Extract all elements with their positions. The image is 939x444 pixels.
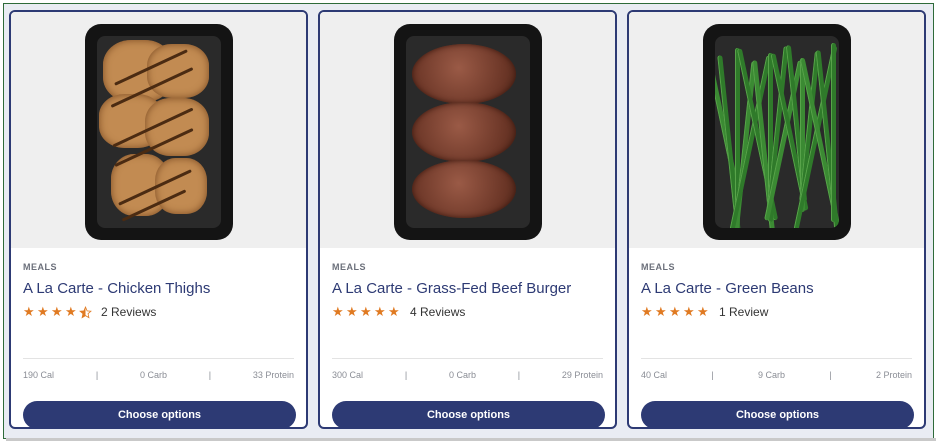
calories: 190 Cal <box>23 370 55 380</box>
product-image-area[interactable] <box>320 12 615 248</box>
nutrition-facts: 40 Cal | 9 Carb | 2 Protein <box>641 368 912 382</box>
star-full-icon: ★ <box>655 304 667 320</box>
separator: | <box>517 370 521 380</box>
calories: 300 Cal <box>332 370 364 380</box>
product-card-body: MEALS A La Carte - Chicken Thighs ★ ★ ★ ★ 2… <box>11 248 306 427</box>
star-rating: ★ ★ ★ ★ <box>23 306 93 319</box>
burger-patty <box>411 44 516 104</box>
star-full-icon: ★ <box>23 304 35 320</box>
chicken-thighs-image[interactable] <box>84 24 233 240</box>
star-full-icon: ★ <box>697 304 709 320</box>
carbs: 0 Carb <box>448 370 476 380</box>
product-card: MEALS A La Carte - Grass-Fed Beef Burger… <box>318 10 617 429</box>
product-category: MEALS <box>332 262 366 272</box>
divider <box>23 358 294 359</box>
star-full-icon: ★ <box>51 304 63 320</box>
tray-inner <box>714 36 839 228</box>
product-image-area[interactable] <box>629 12 924 248</box>
frame-shadow <box>6 438 936 441</box>
reviews-link[interactable]: 1 Review <box>719 305 768 319</box>
product-title[interactable]: A La Carte - Chicken Thighs <box>23 280 210 297</box>
choose-options-button[interactable]: Choose options <box>332 401 605 427</box>
star-half-icon <box>79 305 92 319</box>
carbs: 0 Carb <box>139 370 167 380</box>
product-rating: ★ ★ ★ ★ ★ 1 Review <box>641 304 768 320</box>
star-full-icon: ★ <box>360 304 372 320</box>
protein: 33 Protein <box>252 370 294 380</box>
product-card: MEALS A La Carte - Chicken Thighs ★ ★ ★ ★ 2… <box>9 10 308 429</box>
product-title[interactable]: A La Carte - Grass-Fed Beef Burger <box>332 280 571 297</box>
star-full-icon: ★ <box>669 304 681 320</box>
star-full-icon: ★ <box>65 304 77 320</box>
tray-inner <box>405 36 530 228</box>
carbs: 9 Carb <box>757 370 785 380</box>
separator: | <box>208 370 212 380</box>
separator: | <box>95 370 99 380</box>
star-full-icon: ★ <box>374 304 386 320</box>
product-card-body: MEALS A La Carte - Green Beans ★ ★ ★ ★ ★ 1 R… <box>629 248 924 427</box>
chicken-piece <box>154 158 207 214</box>
star-rating: ★ ★ ★ ★ ★ <box>641 306 711 319</box>
product-image-area[interactable] <box>11 12 306 248</box>
star-full-icon: ★ <box>683 304 695 320</box>
reviews-link[interactable]: 2 Reviews <box>101 305 156 319</box>
burger-patty <box>411 160 516 218</box>
beef-burger-image[interactable] <box>393 24 542 240</box>
choose-options-button[interactable]: Choose options <box>23 401 296 427</box>
reviews-link[interactable]: 4 Reviews <box>410 305 465 319</box>
product-card-body: MEALS A La Carte - Grass-Fed Beef Burger… <box>320 248 615 427</box>
star-full-icon: ★ <box>37 304 49 320</box>
product-category: MEALS <box>641 262 675 272</box>
divider <box>332 358 603 359</box>
star-full-icon: ★ <box>346 304 358 320</box>
star-full-icon: ★ <box>388 304 400 320</box>
green-beans-image[interactable] <box>702 24 851 240</box>
product-card: MEALS A La Carte - Green Beans ★ ★ ★ ★ ★ 1 R… <box>627 10 926 429</box>
nutrition-facts: 300 Cal | 0 Carb | 29 Protein <box>332 368 603 382</box>
separator: | <box>404 370 408 380</box>
protein: 29 Protein <box>561 370 603 380</box>
product-rating: ★ ★ ★ ★ 2 Reviews <box>23 304 156 320</box>
star-rating: ★ ★ ★ ★ ★ <box>332 306 402 319</box>
star-full-icon: ★ <box>641 304 653 320</box>
star-full-icon: ★ <box>332 304 344 320</box>
nutrition-facts: 190 Cal | 0 Carb | 33 Protein <box>23 368 294 382</box>
burger-patty <box>411 102 516 162</box>
product-title[interactable]: A La Carte - Green Beans <box>641 280 814 297</box>
product-rating: ★ ★ ★ ★ ★ 4 Reviews <box>332 304 465 320</box>
separator: | <box>711 370 714 380</box>
green-bean <box>830 43 836 222</box>
tray-inner <box>96 36 221 228</box>
separator: | <box>829 370 832 380</box>
protein: 2 Protein <box>875 370 912 380</box>
product-category: MEALS <box>23 262 57 272</box>
calories: 40 Cal <box>641 370 668 380</box>
choose-options-button[interactable]: Choose options <box>641 401 914 427</box>
divider <box>641 358 912 359</box>
